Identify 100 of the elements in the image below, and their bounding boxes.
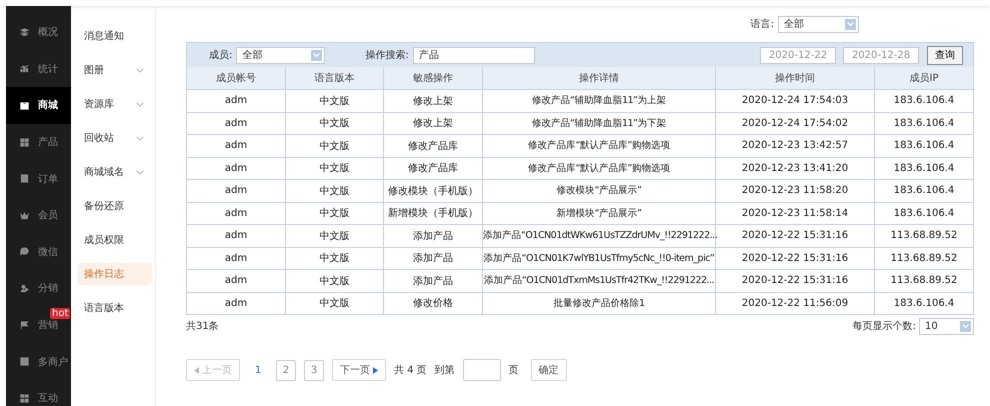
triangle-right-icon <box>373 366 378 374</box>
table-cell: 2020-12-23 13:41:20 <box>716 157 874 180</box>
table-cell: 修改产品“辅助降血脂11”为上架 <box>482 90 716 112</box>
table-cell: 中文版 <box>286 90 384 112</box>
start-date-field[interactable]: 2020-12-22 <box>760 46 836 64</box>
total-pages: 共 4 页 <box>394 364 427 377</box>
sidebar-item[interactable]: 概况 <box>6 14 72 51</box>
table-cell: adm <box>187 202 286 224</box>
language-select[interactable]: 全部 <box>778 16 859 32</box>
menu-icon <box>19 63 30 74</box>
language-label: 语言: <box>750 18 774 31</box>
menu-icon <box>19 210 30 221</box>
page-suffix: 页 <box>508 364 519 377</box>
column-header: 成员帐号 <box>187 67 286 90</box>
table-cell: 2020-12-24 17:54:03 <box>716 90 874 112</box>
submenu-item[interactable]: 资源库 <box>78 87 152 121</box>
table-cell: 修改产品库“默认产品库”购物选项 <box>482 157 716 180</box>
menu-icon <box>19 173 30 184</box>
table-cell: adm <box>187 224 286 247</box>
table-cell: adm <box>187 134 286 157</box>
table-cell: 2020-12-23 11:58:14 <box>716 202 874 224</box>
sidebar-item[interactable]: 产品 <box>6 124 72 160</box>
submenu-item[interactable]: 操作日志 <box>78 263 152 285</box>
table-cell: 中文版 <box>286 134 384 157</box>
end-date-field[interactable]: 2020-12-28 <box>843 46 919 64</box>
table-cell: 2020-12-22 15:31:16 <box>716 224 874 247</box>
table-cell: 2020-12-23 11:58:20 <box>716 180 874 202</box>
table-cell: adm <box>187 292 286 314</box>
column-header: 操作详情 <box>482 67 716 90</box>
total-count: 共31条 <box>186 320 219 333</box>
table-cell: 中文版 <box>286 224 384 247</box>
sidebar-item[interactable]: 商城 <box>6 87 72 124</box>
table-cell: adm <box>187 180 286 202</box>
sidebar-item[interactable]: 分销 <box>6 270 72 307</box>
menu-icon <box>19 26 30 38</box>
page-button[interactable]: 3 <box>304 360 324 380</box>
search-label: 操作搜索: <box>365 48 409 62</box>
chevron-down-icon <box>136 136 144 140</box>
sidebar-item[interactable]: 统计 <box>6 50 72 88</box>
sidebar-item[interactable]: 互动 <box>6 380 72 406</box>
submenu-item[interactable]: 成员权限 <box>78 223 152 257</box>
chevron-down-icon <box>136 170 144 174</box>
page-size-label: 每页显示个数: <box>852 320 916 333</box>
column-header: 语言版本 <box>286 67 384 90</box>
goto-label: 到第 <box>434 364 455 377</box>
table-cell: 新增模块“产品展示” <box>482 202 716 224</box>
table-cell: adm <box>187 270 286 292</box>
table-cell: 修改产品“辅助降血脂11”为下架 <box>482 112 716 134</box>
query-button[interactable]: 查询 <box>927 46 963 64</box>
table-cell: 2020-12-24 17:54:02 <box>716 112 874 134</box>
submenu-item[interactable]: 备份还原 <box>78 189 152 223</box>
sidebar-item[interactable]: 微信 <box>6 234 72 270</box>
table-cell: 添加产品“O1CN01K7wlYB1UsTfmy5cNc_!!0-item_pic” <box>482 247 716 270</box>
submenu-item[interactable]: 消息通知 <box>78 19 152 53</box>
page-size-select[interactable]: 10 <box>919 318 974 334</box>
table-cell: 修改产品库 <box>384 134 482 157</box>
table-cell: 添加产品“O1CN01dTxmMs1UsTfr42TKw_!!2291222... <box>482 270 716 292</box>
menu-icon <box>19 246 30 258</box>
table-cell: 修改上架 <box>384 112 482 134</box>
submenu-item[interactable]: 回收站 <box>78 121 152 155</box>
sidebar-item[interactable]: hot 营销 <box>6 306 72 344</box>
triangle-left-icon <box>194 366 199 374</box>
submenu-item[interactable]: 商城域名 <box>78 155 152 189</box>
table-cell: 添加产品 <box>384 224 482 247</box>
table-cell: 修改模块（手机版） <box>384 180 482 202</box>
confirm-button[interactable]: 确定 <box>530 359 567 381</box>
page-button[interactable]: 2 <box>276 360 296 380</box>
menu-icon <box>19 282 30 294</box>
table-cell: adm <box>187 247 286 270</box>
sidebar-item[interactable]: 订单 <box>6 160 72 197</box>
menu-icon <box>19 320 30 331</box>
member-select[interactable]: 全部 <box>236 46 326 64</box>
hot-badge: hot <box>50 308 70 319</box>
table-cell: 2020-12-22 15:31:16 <box>716 247 874 270</box>
table-cell: 中文版 <box>286 247 384 270</box>
table-cell: adm <box>187 157 286 180</box>
menu-icon <box>19 392 30 404</box>
column-header: 敏感操作 <box>384 67 482 90</box>
table-cell: 添加产品 <box>384 270 482 292</box>
chevron-down-icon <box>136 102 144 106</box>
submenu-item[interactable]: 语言版本 <box>78 291 152 325</box>
menu-icon <box>19 100 30 111</box>
table-cell: 中文版 <box>286 112 384 134</box>
sidebar-item[interactable]: 多商户 <box>6 343 72 380</box>
table-cell: 中文版 <box>286 202 384 224</box>
table-cell: 新增模块（手机版） <box>384 202 482 224</box>
column-header: 成员IP <box>874 67 973 90</box>
menu-icon <box>19 356 30 368</box>
page-number-field[interactable] <box>462 359 501 381</box>
next-page-button[interactable]: 下一页 <box>332 359 386 381</box>
menu-icon <box>19 136 30 148</box>
table-cell: 183.6.106.4 <box>874 292 973 314</box>
table-cell: adm <box>187 112 286 134</box>
submenu-item[interactable]: 图册 <box>78 53 152 87</box>
sidebar-item[interactable]: 会员 <box>6 196 72 234</box>
member-label: 成员: <box>209 48 232 62</box>
search-field[interactable]: 产品 <box>412 46 535 64</box>
table-cell: 添加产品“O1CN01dtWKw61UsTZZdrUMv_!!2291222... <box>482 224 716 247</box>
table-cell: 2020-12-22 15:31:16 <box>716 270 874 292</box>
table-cell: 中文版 <box>286 157 384 180</box>
